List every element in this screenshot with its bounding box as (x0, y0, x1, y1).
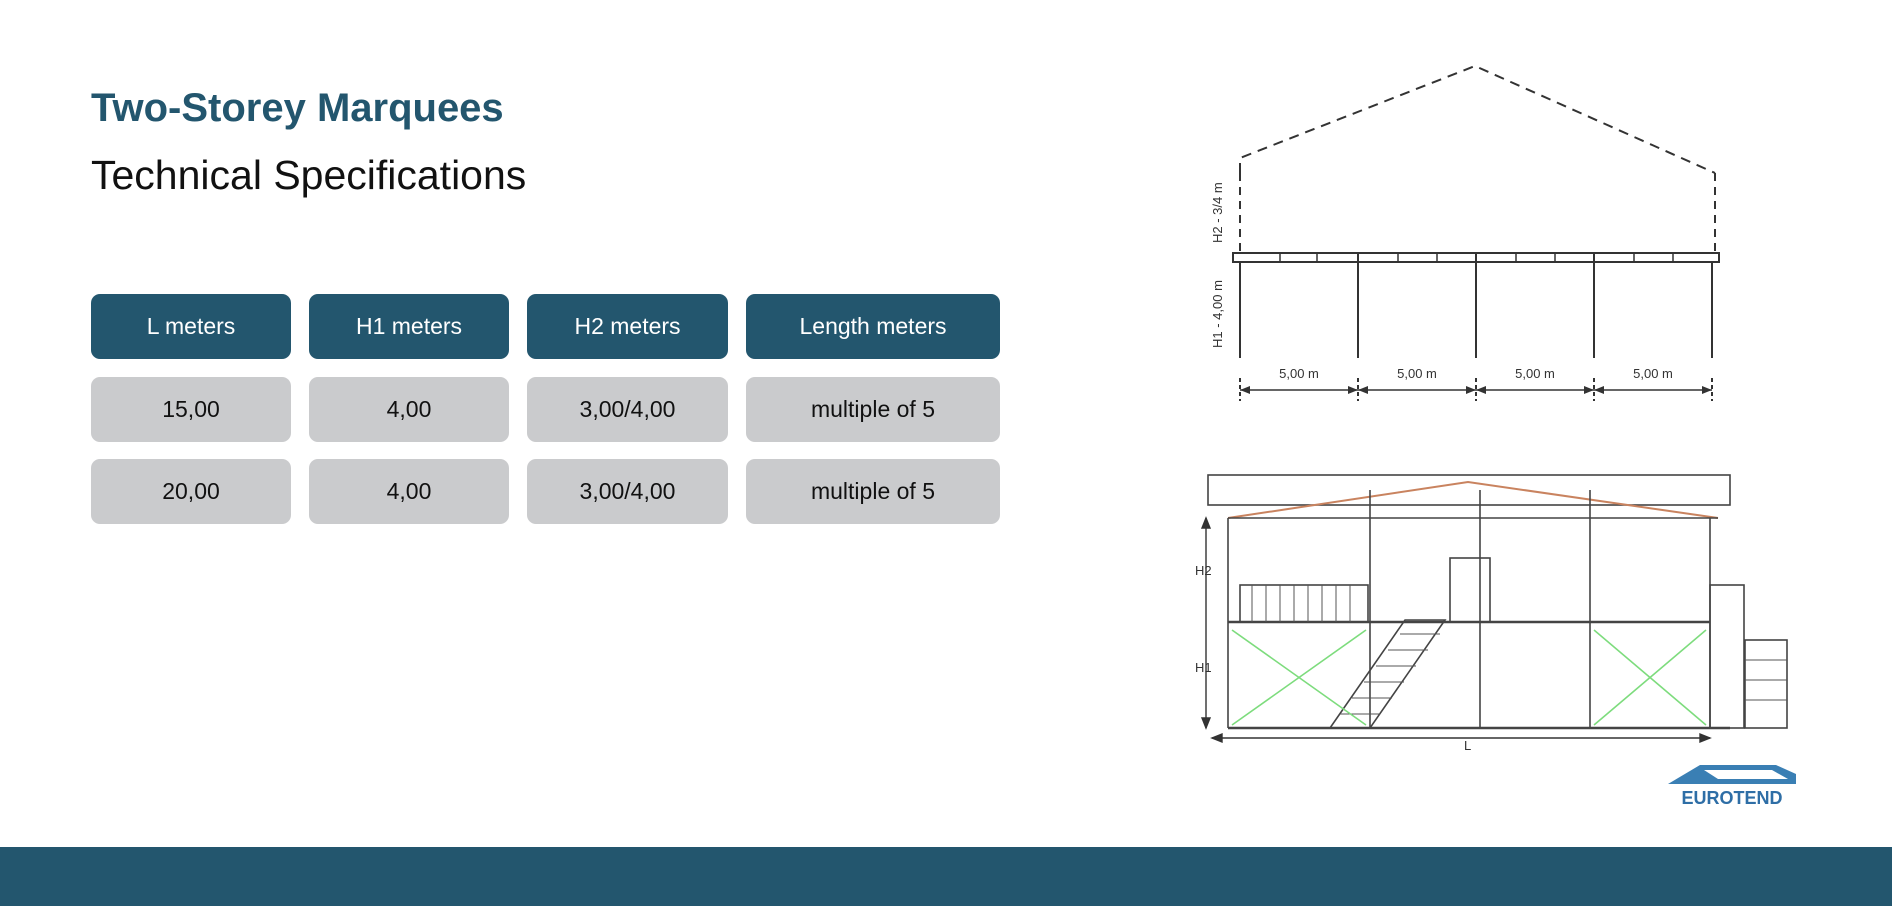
page-subtitle: Technical Specifications (91, 152, 527, 198)
bay-width-label: 5,00 m (1279, 366, 1319, 381)
table-cell: 4,00 (309, 459, 509, 524)
header-l-meters: L meters (91, 294, 291, 359)
footer-bar (0, 847, 1892, 906)
header-h2-meters: H2 meters (527, 294, 728, 359)
eurotend-logo: EUROTEND (1668, 765, 1796, 808)
table-cell: 4,00 (309, 377, 509, 442)
bay-width-label: 5,00 m (1633, 366, 1673, 381)
h1-label: H1 (1195, 660, 1212, 675)
two-storey-elevation-drawing: H2 H1 L (1195, 474, 1788, 750)
table-cell: 3,00/4,00 (527, 459, 728, 524)
h2-dimension-label: H2 - 3/4 m (1210, 182, 1225, 243)
h2-label: H2 (1195, 563, 1212, 578)
l-label: L (1464, 738, 1471, 750)
header-h1-meters: H1 meters (309, 294, 509, 359)
table-cell: 20,00 (91, 459, 291, 524)
bay-width-label: 5,00 m (1515, 366, 1555, 381)
page-title: Two-Storey Marquees (91, 86, 504, 130)
h1-dimension-label: H1 - 4,00 m (1210, 280, 1225, 348)
logo-wordmark: EUROTEND (1681, 788, 1782, 808)
table-cell: multiple of 5 (746, 377, 1000, 442)
marquee-cross-section-drawing: H2 - 3/4 m H1 - 4,00 m 5,00 m 5,00 m 5,0… (1210, 64, 1720, 401)
table-cell: 3,00/4,00 (527, 377, 728, 442)
bay-width-label: 5,00 m (1397, 366, 1437, 381)
table-cell: 15,00 (91, 377, 291, 442)
header-length-meters: Length meters (746, 294, 1000, 359)
table-cell: multiple of 5 (746, 459, 1000, 524)
